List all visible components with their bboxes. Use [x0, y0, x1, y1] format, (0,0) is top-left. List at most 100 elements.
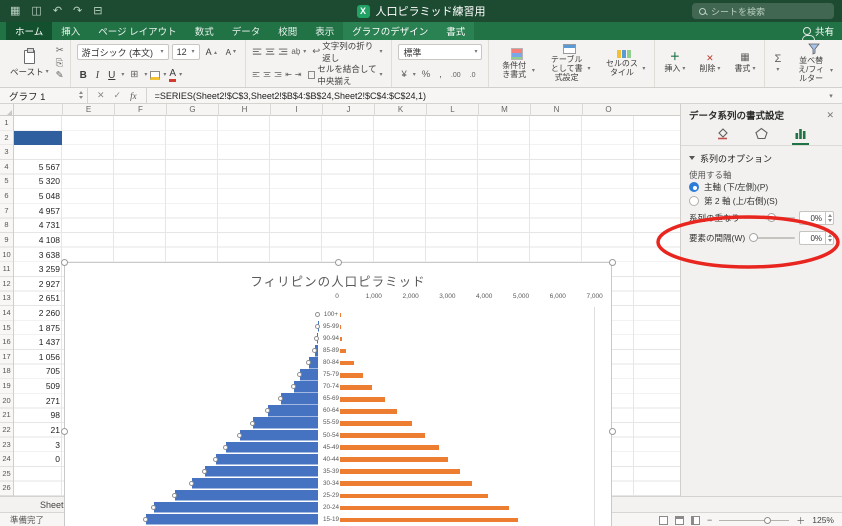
close-icon[interactable]: ✕	[826, 110, 834, 121]
bar-female-25-29[interactable]	[340, 493, 488, 499]
enter-button[interactable]: ✓	[114, 90, 122, 101]
row-header-26[interactable]: 26	[0, 481, 13, 496]
gap-width-stepper[interactable]	[825, 231, 834, 245]
bar-female-45-49[interactable]	[340, 445, 439, 450]
font-name-select[interactable]: 游ゴシック (本文) ▾	[76, 44, 169, 60]
insert-function-button[interactable]: fx	[130, 91, 137, 101]
tab-数式[interactable]: 数式	[186, 22, 223, 40]
delete-cells-button[interactable]: ✕ 削除 ▾	[696, 53, 723, 75]
align-bottom-icon[interactable]	[278, 47, 288, 57]
align-center-icon[interactable]	[263, 70, 271, 80]
tab-グラフのデザイン[interactable]: グラフのデザイン	[343, 22, 438, 40]
format-as-table-button[interactable]: テーブルとして書式設定 ▾	[545, 43, 594, 83]
bar-male-20-24[interactable]	[153, 501, 318, 514]
currency-format-button[interactable]: ¥	[398, 69, 409, 81]
autosum-button[interactable]: Σ ▾	[771, 53, 784, 74]
row-header-8[interactable]: 8	[0, 218, 13, 233]
row-header-20[interactable]: 20	[0, 394, 13, 409]
row-header-2[interactable]: 2	[0, 131, 13, 146]
shrink-font-button[interactable]: A ▾	[223, 47, 239, 58]
page-break-view-icon[interactable]	[690, 515, 700, 525]
row-header-7[interactable]: 7	[0, 204, 13, 219]
column-header-K[interactable]: K	[374, 104, 426, 116]
column-header-O[interactable]: O	[582, 104, 634, 116]
row-header-10[interactable]: 10	[0, 248, 13, 263]
row-header-25[interactable]: 25	[0, 467, 13, 482]
conditional-formatting-button[interactable]: 条件付き書式 ▾	[495, 47, 537, 81]
column-header-I[interactable]: I	[270, 104, 322, 116]
italic-button[interactable]: I	[93, 69, 102, 82]
increase-decimal-button[interactable]: .00	[448, 71, 464, 80]
tab-校閲[interactable]: 校閲	[269, 22, 306, 40]
zoom-out-button[interactable]: −	[707, 515, 712, 525]
underline-button[interactable]: U	[105, 69, 118, 82]
row-header-16[interactable]: 16	[0, 335, 13, 350]
cell-value-row-17[interactable]: 1 056	[16, 350, 60, 365]
cell-styles-button[interactable]: セルのスタイル ▾	[601, 49, 649, 79]
secondary-axis-radio[interactable]: 第 2 軸 (上/右側)(S)	[681, 194, 842, 208]
row-header-14[interactable]: 14	[0, 306, 13, 321]
cell-value-row-5[interactable]: 5 320	[16, 174, 60, 189]
primary-axis-radio[interactable]: 主軸 (下/左側)(P)	[681, 180, 842, 194]
cell-value-row-13[interactable]: 2 651	[16, 291, 60, 306]
align-middle-icon[interactable]	[265, 47, 275, 57]
zoom-level[interactable]: 125%	[812, 515, 834, 525]
bar-female-55-59[interactable]	[340, 421, 412, 426]
column-header-N[interactable]: N	[530, 104, 582, 116]
name-box[interactable]: グラフ 1	[0, 88, 88, 103]
row-header-18[interactable]: 18	[0, 364, 13, 379]
row-header-21[interactable]: 21	[0, 408, 13, 423]
tab-表示[interactable]: 表示	[306, 22, 343, 40]
row-header-6[interactable]: 6	[0, 189, 13, 204]
orientation-button[interactable]: ab̘	[291, 48, 300, 56]
chart-selection-handle[interactable]	[609, 259, 616, 266]
series-overlap-slider[interactable]	[744, 213, 795, 223]
cell-value-row-21[interactable]: 98	[16, 408, 60, 423]
row-header-22[interactable]: 22	[0, 423, 13, 438]
align-top-icon[interactable]	[252, 47, 262, 57]
font-color-button[interactable]: A	[169, 68, 177, 82]
percent-format-button[interactable]: %	[419, 69, 433, 81]
cell-value-row-9[interactable]: 4 108	[16, 233, 60, 248]
bar-female-40-44[interactable]	[340, 457, 449, 462]
tab-挿入[interactable]: 挿入	[52, 22, 89, 40]
zoom-slider[interactable]	[719, 516, 790, 525]
row-header-15[interactable]: 15	[0, 321, 13, 336]
increase-indent-icon[interactable]: ⇥	[295, 71, 302, 79]
sheet-search-input[interactable]: シートを検索	[692, 3, 834, 19]
cell-value-row-6[interactable]: 5 048	[16, 189, 60, 204]
cell-value-row-24[interactable]: 0	[16, 452, 60, 467]
formula-bar-expand-icon[interactable]: ▾	[820, 88, 842, 103]
cell-value-row-8[interactable]: 4 731	[16, 218, 60, 233]
format-cells-button[interactable]: ▦ 書式 ▾	[731, 52, 758, 75]
row-header-11[interactable]: 11	[0, 262, 13, 277]
cell-value-row-10[interactable]: 3 638	[16, 248, 60, 263]
chart-selection-handle[interactable]	[61, 259, 68, 266]
row-header-12[interactable]: 12	[0, 277, 13, 292]
cut-icon[interactable]: ✂	[56, 46, 64, 56]
chart-selection-handle[interactable]	[609, 427, 616, 435]
chart-object[interactable]: フィリピンの人口ピラミッド MaleFemale 100+95-9990-948…	[61, 259, 616, 526]
zoom-in-button[interactable]: ＋	[796, 514, 805, 526]
normal-view-icon[interactable]	[658, 515, 668, 525]
bar-male-15-19[interactable]	[145, 513, 318, 526]
cell-value-row-7[interactable]: 4 957	[16, 204, 60, 219]
bar-female-20-24[interactable]	[340, 505, 510, 511]
cell-value-row-11[interactable]: 3 259	[16, 262, 60, 277]
bar-male-40-44[interactable]	[216, 453, 318, 465]
bold-button[interactable]: B	[77, 69, 90, 82]
number-format-select[interactable]: 標準 ▾	[398, 44, 483, 60]
bar-male-45-49[interactable]	[226, 441, 318, 453]
grow-font-button[interactable]: A ▾	[203, 46, 220, 58]
paste-button[interactable]: ペースト ▾	[6, 47, 53, 79]
formula-input[interactable]: =SERIES(Sheet2!$C$3,Sheet2!$B$4:$B$24,Sh…	[147, 88, 820, 103]
cell-value-row-18[interactable]: 705	[16, 364, 60, 379]
tab-書式[interactable]: 書式	[437, 22, 475, 40]
font-size-select[interactable]: 12 ▾	[171, 44, 200, 60]
page-layout-view-icon[interactable]	[674, 515, 684, 525]
comma-format-button[interactable]: ,	[436, 69, 445, 81]
cell-value-row-14[interactable]: 2 260	[16, 306, 60, 321]
bar-male-35-39[interactable]	[204, 465, 318, 478]
cell-value-row-19[interactable]: 509	[16, 379, 60, 394]
series-overlap-stepper[interactable]	[825, 211, 834, 225]
